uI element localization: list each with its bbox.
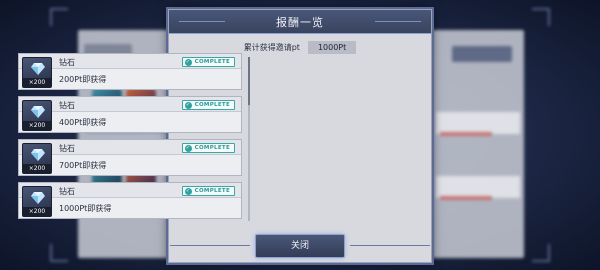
reward-requirement: 200Pt即获得 <box>59 75 107 84</box>
diamond-icon <box>31 192 45 204</box>
dialog-header: 报酬一览 <box>169 10 431 34</box>
close-button[interactable]: 关闭 <box>255 234 345 258</box>
reward-list-scrollbar[interactable] <box>248 57 250 221</box>
reward-requirement: 400Pt即获得 <box>59 118 107 127</box>
check-icon: ✓ <box>184 102 192 109</box>
check-icon: ✓ <box>184 59 192 66</box>
complete-label: COMPLETE <box>194 188 230 194</box>
button-decoration <box>350 245 430 246</box>
complete-badge: ✓ COMPLETE <box>181 100 235 110</box>
complete-badge: ✓ COMPLETE <box>181 57 235 67</box>
background-red-line <box>440 132 492 136</box>
reward-quantity: ×200 <box>23 121 51 130</box>
reward-item-thumbnail[interactable]: ×200 <box>22 100 52 131</box>
complete-badge: ✓ COMPLETE <box>181 143 235 153</box>
scrollbar-thumb[interactable] <box>248 57 250 105</box>
background-right-button <box>452 46 512 62</box>
complete-label: COMPLETE <box>194 145 230 151</box>
reward-item-thumbnail[interactable]: ×200 <box>22 186 52 217</box>
check-icon: ✓ <box>184 188 192 195</box>
diamond-icon <box>31 63 45 75</box>
reward-item-thumbnail[interactable]: ×200 <box>22 57 52 88</box>
reward-card: ×200 钻石 700Pt即获得 ✓ COMPLETE <box>18 139 242 176</box>
frame-corner <box>50 244 68 262</box>
header-decoration <box>179 21 225 22</box>
reward-item-thumbnail[interactable]: ×200 <box>22 143 52 174</box>
reward-quantity: ×200 <box>23 164 51 173</box>
reward-card: ×200 钻石 200Pt即获得 ✓ COMPLETE <box>18 53 242 90</box>
dialog-title: 报酬一览 <box>276 15 324 29</box>
reward-name: 钻石 <box>59 187 75 196</box>
reward-requirement: 1000Pt即获得 <box>59 204 112 213</box>
button-decoration <box>170 245 250 246</box>
reward-quantity: ×200 <box>23 207 51 216</box>
header-decoration <box>375 21 421 22</box>
reward-name: 钻石 <box>59 144 75 153</box>
points-value: 1000Pt <box>307 41 357 54</box>
reward-name: 钻石 <box>59 58 75 67</box>
frame-corner <box>532 244 550 262</box>
frame-corner <box>532 8 550 26</box>
points-label: 累计获得邀请pt <box>243 43 300 52</box>
reward-card: ×200 钻石 1000Pt即获得 ✓ COMPLETE <box>18 182 242 219</box>
complete-label: COMPLETE <box>194 59 230 65</box>
diamond-icon <box>31 106 45 118</box>
complete-badge: ✓ COMPLETE <box>181 186 235 196</box>
complete-label: COMPLETE <box>194 102 230 108</box>
background-row <box>436 112 520 134</box>
reward-quantity: ×200 <box>23 78 51 87</box>
reward-list[interactable]: ×200 钻石 200Pt即获得 ✓ COMPLETE ×200 钻石 400P… <box>18 53 248 225</box>
reward-name: 钻石 <box>59 101 75 110</box>
background-row <box>436 176 520 198</box>
frame-corner <box>50 8 68 26</box>
background-right-panel <box>432 30 524 258</box>
reward-card: ×200 钻石 400Pt即获得 ✓ COMPLETE <box>18 96 242 133</box>
diamond-icon <box>31 149 45 161</box>
background-red-line <box>440 196 492 200</box>
reward-requirement: 700Pt即获得 <box>59 161 107 170</box>
check-icon: ✓ <box>184 145 192 152</box>
